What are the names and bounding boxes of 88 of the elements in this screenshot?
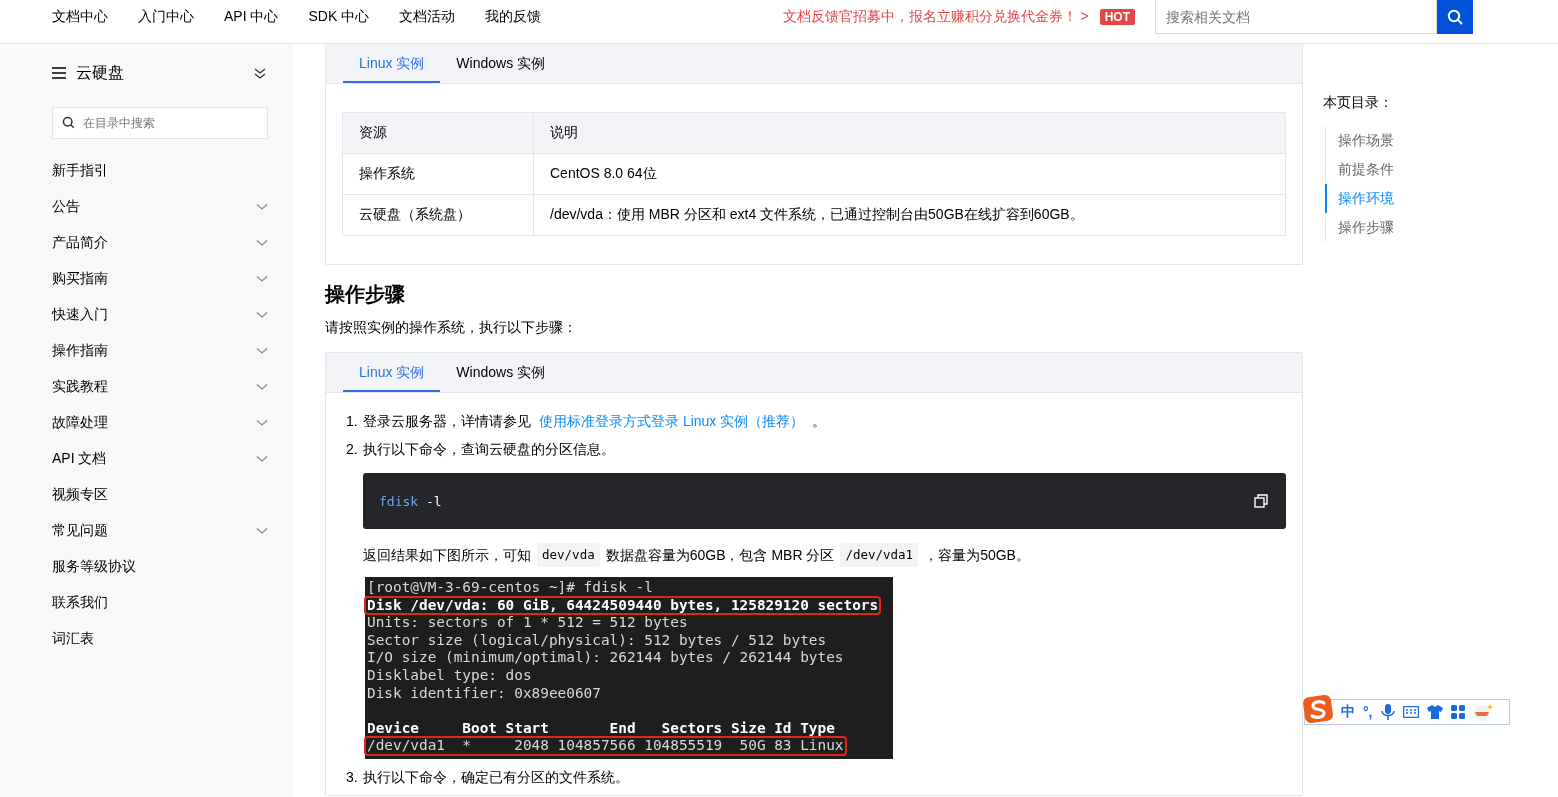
chevron-down-icon (256, 419, 268, 427)
nav-link[interactable]: 文档中心 (52, 8, 108, 26)
search-button[interactable] (1437, 0, 1473, 34)
table-cell: /dev/vda：使用 MBR 分区和 ext4 文件系统，已通过控制台由50GB在线扩容到60GB。 (533, 194, 1286, 236)
toc-item[interactable]: 前提条件 (1326, 155, 1523, 184)
sidebar-item[interactable]: 购买指南 (52, 261, 268, 297)
shirt-icon[interactable] (1426, 705, 1443, 719)
doc-link[interactable]: 使用标准登录方式登录 Linux 实例（推荐） (539, 411, 805, 431)
step-number: 2. (346, 440, 359, 459)
inline-code: /dev/vda1 (840, 543, 919, 567)
tab[interactable]: Linux 实例 (343, 353, 441, 392)
inline-code: dev/vda (537, 543, 600, 567)
step-text: 。 (812, 412, 827, 431)
tab[interactable]: Linux 实例 (343, 44, 441, 83)
chevron-down-icon (256, 527, 268, 535)
terminal-line: Device Boot Start End Sectors Size Id Type (366, 718, 836, 738)
table-cell: 云硬盘（系统盘） (342, 194, 534, 236)
sidebar-item[interactable]: 操作指南 (52, 333, 268, 369)
nav-link[interactable]: 我的反馈 (485, 8, 542, 26)
copy-icon[interactable] (1254, 494, 1268, 508)
terminal-line: Disk /dev/vda: 60 GiB, 64424509440 bytes, 125829120 sectors (365, 596, 881, 615)
input-mode-toggle[interactable]: 中 (1341, 703, 1355, 721)
step-number: 3. (346, 767, 359, 787)
result-text: 数据盘容量为60GB，包含 MBR 分区 (605, 546, 835, 565)
grid-icon[interactable] (1450, 705, 1465, 719)
sidebar-item[interactable]: 视频专区 (52, 477, 268, 513)
chevron-down-icon (256, 455, 268, 463)
terminal-line: Disklabel type: dos (366, 666, 533, 685)
terminal-line: Sector size (logical/physical): 512 bytes / 512 bytes (366, 631, 828, 650)
chevron-down-icon (256, 311, 268, 319)
sidebar-item[interactable]: 新手指引 (52, 153, 268, 189)
tab[interactable]: Windows 实例 (440, 44, 562, 83)
chevron-down-icon (256, 203, 268, 211)
tab[interactable]: Windows 实例 (440, 353, 562, 392)
sidebar-item[interactable]: 产品简介 (52, 225, 268, 261)
terminal-line: [root@VM-3-69-centos ~]# fdisk -l (366, 579, 654, 597)
step-number: 1. (346, 412, 359, 431)
terminal-line: Disk identifier: 0x89ee0607 (366, 684, 602, 703)
toc-title: 本页目录： (1323, 94, 1394, 112)
nav-link[interactable]: SDK 中心 (308, 8, 370, 26)
intro-text: 请按照实例的操作系统，执行以下步骤： (325, 319, 578, 337)
chevron-down-icon (256, 383, 268, 391)
column-header: 资源 (342, 112, 534, 154)
menu-icon[interactable] (52, 67, 66, 79)
sidebar-search-field[interactable]: 在目录中搜索 (52, 107, 268, 139)
table-cell: CentOS 8.0 64位 (533, 153, 1286, 195)
chevron-down-icon (256, 347, 268, 355)
result-text: ，容量为50GB。 (924, 546, 1030, 565)
sidebar-item[interactable]: 联系我们 (52, 585, 268, 621)
code-text: fdisk -l (379, 493, 442, 509)
column-header: 说明 (533, 112, 1286, 154)
sidebar-item[interactable]: 词汇表 (52, 621, 268, 657)
step-text: 执行以下命令，确定已有分区的文件系统。 (363, 767, 629, 787)
sidebar-item[interactable]: 快速入门 (52, 297, 268, 333)
punctuation-toggle[interactable]: °, (1363, 704, 1373, 720)
collapse-icon[interactable] (254, 67, 266, 79)
sidebar-item[interactable]: 服务等级协议 (52, 549, 268, 585)
search-icon (62, 116, 75, 129)
section-heading: 操作步骤 (325, 282, 406, 307)
table-cell: 操作系统 (342, 153, 534, 195)
toc-item[interactable]: 操作场景 (1326, 126, 1523, 155)
search-field[interactable]: 搜索相关文档 (1155, 0, 1437, 34)
sidebar-title: 云硬盘 (76, 62, 124, 83)
ime-logo-icon[interactable] (1303, 695, 1333, 723)
chevron-down-icon (256, 275, 268, 283)
mascot-icon[interactable] (1472, 703, 1493, 721)
keyboard-icon[interactable] (1402, 706, 1419, 718)
sidebar-item[interactable]: 常见问题 (52, 513, 268, 549)
sidebar-item[interactable]: API 文档 (52, 441, 268, 477)
search-icon (1447, 9, 1463, 25)
result-text: 返回结果如下图所示，可知 (363, 546, 531, 565)
sidebar-item[interactable]: 实践教程 (52, 369, 268, 405)
step-text: 登录云服务器，详情请参见 (363, 412, 531, 431)
terminal-line: I/O size (minimum/optimal): 262144 bytes / 262144 bytes (366, 649, 845, 667)
chevron-down-icon (256, 239, 268, 247)
terminal-line: /dev/vda1 * 2048 104857566 104855519 50G 83 Linux (365, 737, 846, 755)
promo-link[interactable]: 文档反馈官招募中，报名立赚积分兑换代金券！ > (782, 8, 1089, 26)
sidebar-item[interactable]: 公告 (52, 189, 268, 225)
toc-item[interactable]: 操作步骤 (1326, 213, 1523, 242)
hot-badge: HOT (1099, 9, 1135, 25)
microphone-icon[interactable] (1380, 704, 1395, 720)
terminal-line: Units: sectors of 1 * 512 = 512 bytes (366, 614, 689, 632)
step-text: 执行以下命令，查询云硬盘的分区信息。 (363, 440, 615, 459)
nav-link[interactable]: 入门中心 (138, 8, 194, 26)
nav-link[interactable]: 文档活动 (399, 8, 456, 26)
toc-item[interactable]: 操作环境 (1325, 184, 1523, 213)
sidebar-item[interactable]: 故障处理 (52, 405, 268, 441)
nav-link[interactable]: API 中心 (224, 8, 279, 26)
